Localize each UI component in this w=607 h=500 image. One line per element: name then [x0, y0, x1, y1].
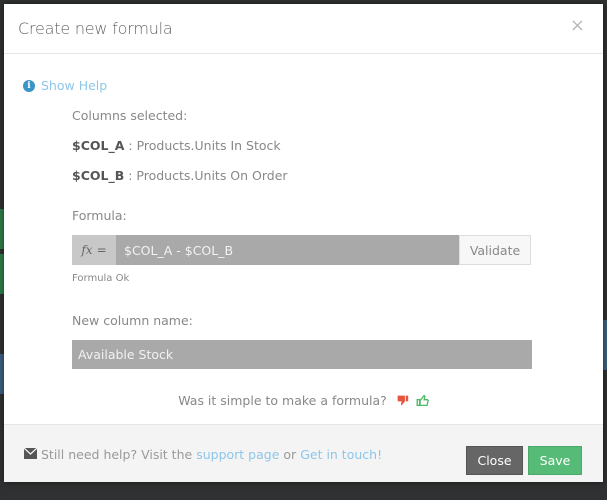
- create-formula-modal: Create new formula × i Show Help Columns…: [4, 4, 603, 482]
- column-item: $COL_B : Products.Units On Order: [72, 168, 288, 183]
- show-help-label: Show Help: [41, 78, 108, 93]
- fx-symbol: fx: [81, 243, 93, 257]
- column-name: Products.Units In Stock: [136, 138, 281, 153]
- footer-help-text: Still need help? Visit the: [41, 447, 193, 462]
- show-help-link[interactable]: i Show Help: [23, 78, 107, 93]
- thumbs-down-icon[interactable]: [396, 394, 409, 410]
- info-icon: i: [23, 79, 35, 92]
- modal-footer: Still need help? Visit the support page …: [4, 424, 603, 482]
- column-var: $COL_B: [72, 168, 125, 183]
- validate-button[interactable]: Validate: [459, 235, 531, 265]
- column-sep: :: [124, 138, 137, 153]
- close-button[interactable]: Close: [466, 446, 523, 475]
- footer-or: or: [283, 447, 297, 462]
- fx-equals: =: [96, 243, 107, 257]
- footer-help: Still need help? Visit the support page …: [23, 447, 382, 462]
- new-column-label: New column name:: [72, 313, 193, 328]
- column-var: $COL_A: [72, 138, 125, 153]
- formula-input[interactable]: [116, 235, 459, 265]
- envelope-icon: [23, 447, 38, 462]
- feedback-question: Was it simple to make a formula?: [178, 393, 387, 408]
- column-item: $COL_A : Products.Units In Stock: [72, 138, 281, 153]
- get-in-touch-link[interactable]: Get in touch!: [300, 447, 382, 462]
- modal-header: Create new formula ×: [4, 4, 603, 54]
- formula-label: Formula:: [72, 208, 127, 223]
- feedback-row: Was it simple to make a formula?: [4, 393, 603, 410]
- formula-input-group: fx= Validate: [72, 235, 531, 265]
- thumbs-up-icon[interactable]: [416, 394, 429, 410]
- formula-status: Formula Ok: [72, 273, 130, 284]
- column-sep: :: [124, 168, 137, 183]
- new-column-name-input[interactable]: [72, 340, 532, 369]
- fx-icon: fx =: [72, 235, 116, 265]
- column-name: Products.Units On Order: [136, 168, 288, 183]
- close-icon[interactable]: ×: [570, 17, 585, 35]
- modal-title: Create new formula: [18, 19, 173, 38]
- columns-selected-label: Columns selected:: [72, 108, 188, 123]
- save-button[interactable]: Save: [528, 446, 582, 475]
- support-page-link[interactable]: support page: [196, 447, 279, 462]
- modal-body: i Show Help Columns selected: $COL_A : P…: [4, 54, 603, 424]
- backdrop-blue-block: [603, 320, 607, 370]
